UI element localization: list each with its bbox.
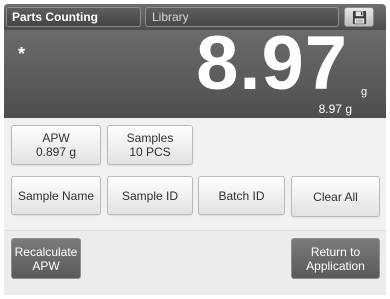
- main-weight-value: 8.97: [196, 21, 348, 106]
- recalculate-line2: APW: [32, 258, 60, 273]
- return-line1: Return to: [310, 244, 361, 259]
- library-label: Library: [152, 10, 189, 24]
- save-button[interactable]: [344, 7, 374, 27]
- sample-id-label: Sample ID: [121, 188, 179, 203]
- sample-name-button[interactable]: Sample Name: [11, 176, 101, 215]
- apw-value: 0.897 g: [35, 145, 77, 159]
- samples-button[interactable]: Samples 10 PCS: [107, 125, 193, 165]
- batch-id-label: Batch ID: [218, 188, 265, 203]
- sample-name-label: Sample Name: [17, 188, 95, 203]
- batch-id-button[interactable]: Batch ID: [198, 176, 285, 215]
- recalculate-apw-button[interactable]: Recalculate APW: [11, 238, 81, 279]
- clear-all-button[interactable]: Clear All: [291, 176, 380, 217]
- app-title: Parts Counting: [12, 10, 98, 24]
- main-weight-unit: g: [361, 86, 368, 98]
- secondary-weight-value: 8.97 g: [318, 102, 352, 116]
- samples-value: 10 PCS: [129, 145, 171, 159]
- apw-label: APW: [42, 131, 70, 145]
- floppy-disk-icon: [352, 10, 367, 25]
- samples-label: Samples: [126, 131, 174, 145]
- return-to-application-button[interactable]: Return to Application: [291, 238, 380, 279]
- apw-button[interactable]: APW 0.897 g: [11, 125, 101, 165]
- recalculate-line1: Recalculate: [14, 244, 78, 259]
- balance-screen: Parts Counting Library * 8.97 g 8.97 g A…: [4, 4, 386, 295]
- return-line2: Application: [306, 258, 365, 273]
- sample-id-button[interactable]: Sample ID: [107, 176, 193, 215]
- stability-indicator: *: [18, 44, 26, 64]
- clear-all-label: Clear All: [313, 189, 358, 204]
- weight-display: * 8.97 g 8.97 g: [4, 26, 386, 118]
- app-title-tab[interactable]: Parts Counting: [6, 7, 141, 27]
